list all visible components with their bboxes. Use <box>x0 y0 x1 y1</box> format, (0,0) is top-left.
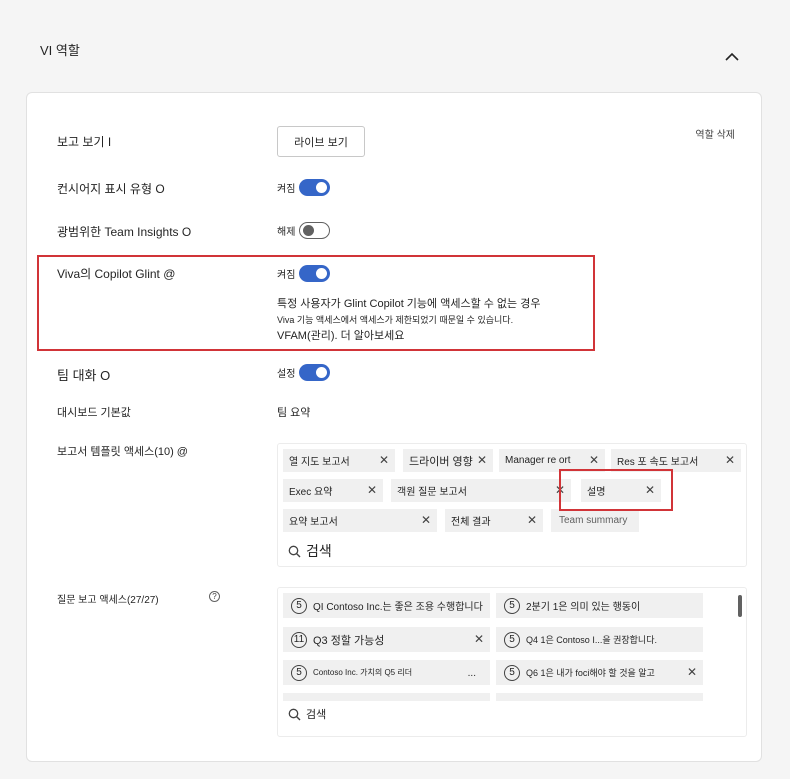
chip-label: Q3 정할 가능성 <box>313 634 385 647</box>
concierge-display-toggle[interactable] <box>299 179 331 196</box>
team-insights-toggle[interactable] <box>299 222 331 239</box>
remove-icon[interactable]: ✕ <box>589 454 599 466</box>
chip-label: Q4 1은 Contoso I...을 권장합니다. <box>526 635 657 645</box>
question-reports-label: 질문 보고 액세스(27/27) <box>57 595 159 606</box>
chip-label: 드라이버 영향 <box>409 455 473 468</box>
template-chip: Team summary <box>551 509 639 532</box>
remove-icon[interactable]: ✕ <box>725 454 735 466</box>
template-search[interactable]: 검색 <box>288 541 332 561</box>
toggle-knob <box>316 367 328 378</box>
search-placeholder: 검색 <box>306 709 327 721</box>
count-badge: 5 <box>504 664 520 681</box>
question-chip: 5 Q4 1은 Contoso I...을 권장합니다. <box>496 627 703 652</box>
toggle-state-text: 켜짐 <box>277 184 296 195</box>
chip-label: Exec 요약 <box>289 487 333 498</box>
copilot-label: Viva의 Copilot Glint @ <box>57 267 176 281</box>
copilot-learn-more-link[interactable]: VFAM(관리). 더 알아보세요 <box>277 327 404 343</box>
template-chip: 열 지도 보고서 ✕ <box>283 449 395 472</box>
chip-label: Contoso Inc. 가치의 Q5 리더 <box>313 668 413 677</box>
report-view-label: 보고 보기 I <box>57 135 112 149</box>
chip-label: 2분기 1은 의미 있는 행동이 <box>526 602 641 613</box>
role-settings-card: 역할 삭제 보고 보기 I 라이브 보기 컨시어지 표시 유형 O 켜짐 광범위… <box>26 92 762 762</box>
section-title: VI 역할 <box>40 43 80 58</box>
question-search[interactable]: 검색 <box>288 706 326 722</box>
question-chip-partial <box>283 693 490 701</box>
report-templates-label: 보고서 템플릿 액세스(10) @ <box>57 446 188 458</box>
count-badge: 11 <box>291 631 307 648</box>
template-chip: 요약 보고서 ✕ <box>283 509 437 532</box>
chevron-up-icon <box>725 52 739 61</box>
team-insights-toggle-row: 해제 <box>277 222 331 239</box>
chip-label: 열 지도 보고서 <box>289 457 350 468</box>
count-badge: 5 <box>291 597 307 614</box>
chip-label: Manager re ort <box>505 455 571 466</box>
team-conversation-toggle-row: 설정 <box>277 364 331 381</box>
help-icon[interactable]: ? <box>209 591 220 602</box>
template-chip: 전체 결과 ✕ <box>445 509 543 532</box>
team-conversation-toggle[interactable] <box>299 364 331 381</box>
scrollbar-thumb[interactable] <box>738 595 742 617</box>
team-insights-label: 광범위한 Team Insights O <box>57 225 192 239</box>
toggle-state-text: 설정 <box>277 369 296 380</box>
remove-icon[interactable]: ✕ <box>421 514 431 526</box>
template-chip: 드라이버 영향 ✕ <box>403 449 493 472</box>
question-chip: 5 QI Contoso Inc.는 좋은 조용 수행합니다 <box>283 593 490 618</box>
search-icon <box>288 545 301 557</box>
copilot-toggle-row: 켜짐 <box>277 265 331 282</box>
dashboard-default-value: 팀 요약 <box>277 407 311 419</box>
remove-icon[interactable]: ✕ <box>477 454 487 466</box>
report-templates-box: 열 지도 보고서 ✕ 드라이버 영향 ✕ Manager re ort ✕ Res 포… <box>277 443 747 567</box>
count-badge: 5 <box>504 597 520 614</box>
remove-icon[interactable]: ✕ <box>367 484 377 496</box>
question-chip: 5 2분기 1은 의미 있는 행동이 <box>496 593 703 618</box>
chip-label: 전체 결과 <box>451 517 491 528</box>
question-reports-box: 5 QI Contoso Inc.는 좋은 조용 수행합니다 5 2분기 1은 의미… <box>277 587 747 737</box>
remove-icon[interactable]: ✕ <box>687 666 697 678</box>
remove-icon[interactable]: ✕ <box>474 633 484 645</box>
copilot-toggle[interactable] <box>299 265 331 282</box>
concierge-display-label: 컨시어지 표시 유형 O <box>57 182 165 196</box>
template-chip: 객원 질문 보고서 ✕ <box>391 479 571 502</box>
question-chip: 5 Q6 1은 내가 foci해야 할 것을 알고 ✕ <box>496 660 703 685</box>
search-placeholder: 검색 <box>306 543 332 559</box>
remove-icon[interactable]: ✕ <box>379 454 389 466</box>
count-badge: 5 <box>504 631 520 648</box>
chip-label: Team summary <box>559 515 628 526</box>
toggle-state-text: 해제 <box>277 227 296 238</box>
question-chip: 11 Q3 정할 가능성 ✕ <box>283 627 490 652</box>
highlight-frame <box>559 469 673 511</box>
collapse-button[interactable] <box>722 46 742 66</box>
live-view-button[interactable]: 라이브 보기 <box>277 126 365 157</box>
question-chip: 5 Contoso Inc. 가치의 Q5 리더... <box>283 660 490 685</box>
chip-label: 객원 질문 보고서 <box>397 487 467 498</box>
delete-role-link[interactable]: 역할 삭제 <box>695 126 735 141</box>
concierge-display-toggle-row: 켜짐 <box>277 179 331 196</box>
toggle-state-text: 켜짐 <box>277 270 296 281</box>
copilot-description-1: 특정 사용자가 Glint Copilot 기능에 액세스할 수 없는 경우 <box>277 298 541 310</box>
chip-label: Q6 1은 내가 foci해야 할 것을 알고 <box>526 668 655 678</box>
remove-icon[interactable]: ✕ <box>527 514 537 526</box>
toggle-knob <box>316 268 328 279</box>
chip-label: QI Contoso Inc.는 좋은 조용 수행합니다 <box>313 602 483 613</box>
toggle-knob <box>316 182 328 193</box>
more-indicator: ... <box>467 668 476 679</box>
chip-label: 요약 보고서 <box>289 517 338 528</box>
question-chip-partial <box>496 693 703 701</box>
count-badge: 5 <box>291 664 307 681</box>
copilot-description-2: Viva 기능 액세스에서 액세스가 제한되었기 때문일 수 있습니다. <box>277 315 514 325</box>
template-chip: Exec 요약 ✕ <box>283 479 383 502</box>
chip-label: Res 포 속도 보고서 <box>617 457 699 468</box>
dashboard-default-label: 대시보드 기본값 <box>57 407 131 419</box>
team-conversation-label: 팀 대화 O <box>57 368 111 383</box>
search-icon <box>288 708 301 720</box>
toggle-knob <box>303 225 315 236</box>
